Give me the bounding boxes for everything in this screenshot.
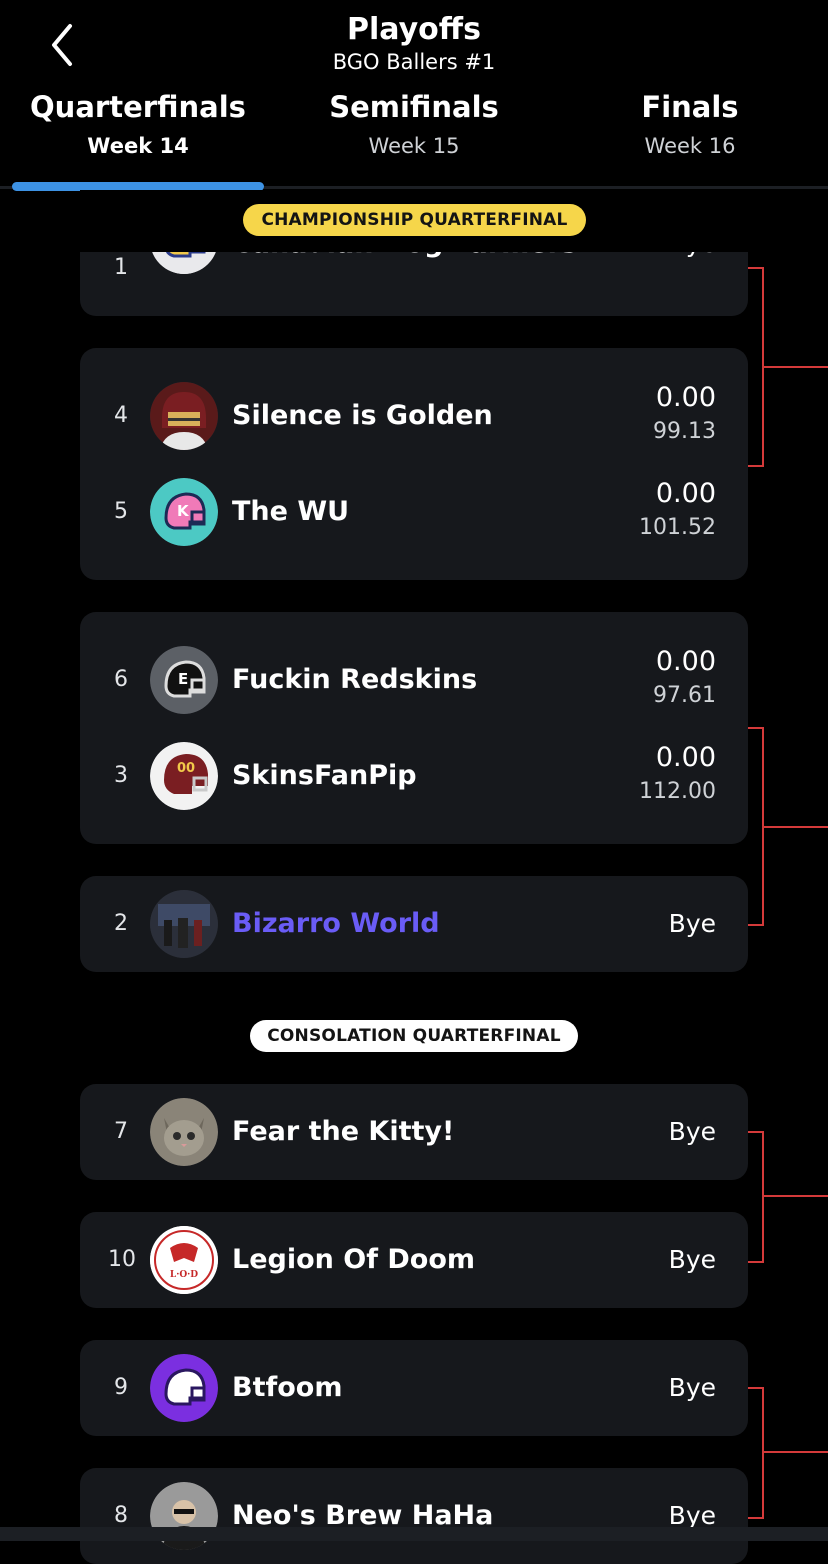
projected-score: 99.13	[653, 419, 716, 444]
team-name: SkinsFanPip	[232, 760, 417, 791]
team-name: The WU	[232, 496, 350, 527]
team-avatar: L·O·D	[150, 1226, 218, 1294]
team-avatar	[150, 890, 218, 958]
matchup-card[interactable]: 8 Neo's Brew HaHa Bye	[80, 1468, 748, 1564]
team-photo-icon	[150, 890, 218, 958]
header: Playoffs BGO Ballers #1 Quarterfinals We…	[0, 0, 828, 191]
team-name: Btfoom	[232, 1372, 343, 1403]
matchup-card[interactable]: 2 Bizarro World Bye	[80, 876, 748, 972]
seed: 6	[114, 667, 128, 692]
projected-score: 97.61	[653, 683, 716, 708]
bye-label: Bye	[668, 909, 716, 938]
svg-text:00: 00	[177, 761, 195, 776]
seed: 5	[114, 499, 128, 524]
team-name: Legion Of Doom	[232, 1244, 476, 1275]
logo-text: L·O·D	[170, 1270, 198, 1280]
matchup-card[interactable]: 6 E Fuckin Redskins 0.00 97.61 3 00 Skin…	[80, 612, 748, 844]
bye-label: Bye	[668, 1245, 716, 1274]
seed: 3	[114, 763, 128, 788]
bracket-connector	[764, 366, 828, 368]
score-block: 0.00 97.61	[653, 646, 716, 708]
projected-score: 101.52	[639, 515, 716, 540]
score: 0.00	[655, 646, 716, 677]
team-row-btfoom[interactable]: 9 Btfoom Bye	[80, 1340, 748, 1436]
score: 0.00	[655, 478, 716, 509]
bracket-connector	[764, 1451, 828, 1453]
tab-week: Week 14	[87, 134, 189, 158]
seed: 4	[114, 403, 128, 428]
team-row-fear-the-kitty[interactable]: 7 Fear the Kitty! Bye	[80, 1084, 748, 1180]
score-block: 0.00 112.00	[639, 742, 716, 804]
team-avatar: 00	[150, 742, 218, 810]
helmet-icon: K	[150, 478, 218, 546]
bracket-connector	[764, 826, 828, 828]
seed: 2	[114, 911, 128, 936]
svg-text:E: E	[178, 670, 188, 688]
seed: 7	[114, 1119, 128, 1144]
team-avatar	[150, 382, 218, 450]
matchup-card[interactable]: 9 Btfoom Bye	[80, 1340, 748, 1436]
team-avatar	[150, 1098, 218, 1166]
team-row-neos-brew-haha[interactable]: 8 Neo's Brew HaHa Bye	[80, 1468, 748, 1564]
matchup-card[interactable]: 7 Fear the Kitty! Bye	[80, 1084, 748, 1180]
tab-finals[interactable]: Finals Week 16	[552, 90, 828, 158]
cat-photo-icon	[150, 1098, 218, 1166]
team-name: Bizarro World	[232, 908, 440, 939]
bye-label: Bye	[668, 1117, 716, 1146]
score-block: 0.00 101.52	[639, 478, 716, 540]
league-name: BGO Ballers #1	[332, 50, 496, 74]
score: 0.00	[655, 742, 716, 773]
legion-of-doom-logo: L·O·D	[150, 1226, 218, 1294]
page-title: Playoffs	[347, 12, 481, 47]
matchup-card[interactable]: 4 Silence is Golden 0.00 99.13 5 K The W…	[80, 348, 748, 580]
team-row-silence-is-golden[interactable]: 4 Silence is Golden 0.00 99.13	[80, 368, 748, 464]
projected-score: 112.00	[639, 779, 716, 804]
team-row-legion-of-doom[interactable]: 10 L·O·D Legion Of Doom Bye	[80, 1212, 748, 1308]
team-avatar	[150, 1354, 218, 1422]
tab-week: Week 16	[644, 134, 736, 158]
team-avatar: K	[150, 478, 218, 546]
seed: 9	[114, 1375, 128, 1400]
bye-label: Bye	[668, 1373, 716, 1402]
team-name: Fuckin Redskins	[232, 664, 478, 695]
bracket-connector	[748, 267, 764, 467]
team-row-bizarro-world[interactable]: 2 Bizarro World Bye	[80, 876, 748, 972]
helmet-icon: 00	[150, 742, 218, 810]
bottom-bar	[0, 1527, 828, 1541]
tab-week: Week 15	[368, 134, 460, 158]
svg-text:K: K	[177, 502, 190, 520]
team-row-fuckin-redskins[interactable]: 6 E Fuckin Redskins 0.00 97.61	[80, 632, 748, 728]
consolation-quarterfinal-label: CONSOLATION QUARTERFINAL	[250, 1020, 578, 1052]
seed: 8	[114, 1503, 128, 1528]
tab-label: Quarterfinals	[30, 90, 246, 124]
tab-label: Semifinals	[329, 90, 499, 124]
tab-label: Finals	[641, 90, 739, 124]
team-name: Fear the Kitty!	[232, 1116, 455, 1147]
championship-quarterfinal-label: CHAMPIONSHIP QUARTERFINAL	[243, 204, 586, 236]
team-name: Neo's Brew HaHa	[232, 1500, 494, 1531]
helmet-icon	[150, 1354, 218, 1422]
team-row-the-wu[interactable]: 5 K The WU 0.00 101.52	[80, 464, 748, 560]
bye-label: Bye	[668, 1501, 716, 1530]
score-block: 0.00 99.13	[653, 382, 716, 444]
bracket-connector	[748, 1387, 764, 1519]
tab-quarterfinals[interactable]: Quarterfinals Week 14	[0, 90, 276, 158]
team-name: Silence is Golden	[232, 400, 493, 431]
team-avatar: E	[150, 646, 218, 714]
matchup-card[interactable]: 10 L·O·D Legion Of Doom Bye	[80, 1212, 748, 1308]
bracket-connector	[748, 1131, 764, 1263]
seed: 10	[108, 1247, 136, 1272]
tab-semifinals[interactable]: Semifinals Week 15	[276, 90, 552, 158]
bracket-connector	[764, 1195, 828, 1197]
team-row-skinsfanpip[interactable]: 3 00 SkinsFanPip 0.00 112.00	[80, 728, 748, 824]
bracket-connector	[748, 727, 764, 926]
helmet-icon: E	[150, 646, 218, 714]
player-photo-icon	[150, 382, 218, 450]
score: 0.00	[655, 382, 716, 413]
